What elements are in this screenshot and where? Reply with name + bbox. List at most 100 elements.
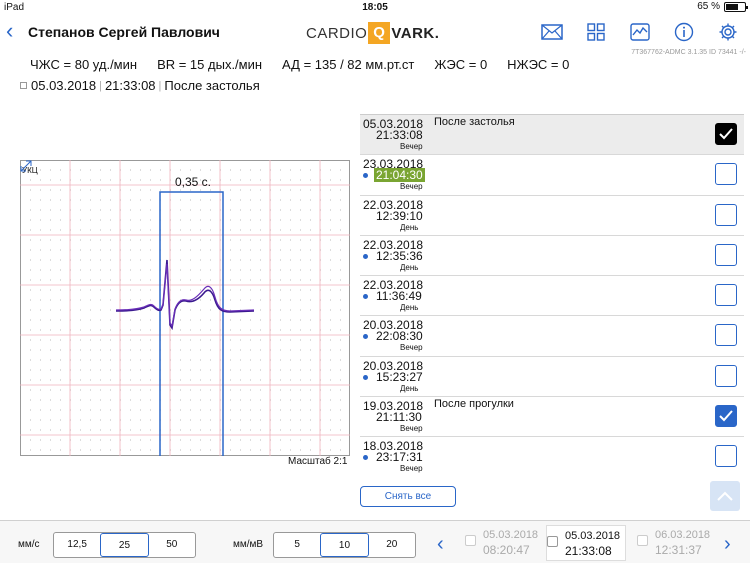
record-row-checkbox[interactable]	[715, 203, 737, 226]
logo-text-right: VARK.	[391, 24, 440, 42]
scale-label: Масштаб 2:1	[288, 456, 348, 467]
record-list: 05.03.2018 21:33:08 Вечер После застолья 23.…	[360, 114, 744, 474]
amplitude-option[interactable]: 10	[320, 533, 369, 557]
mail-icon	[541, 24, 563, 40]
amplitude-option[interactable]: 20	[369, 533, 415, 557]
clock: 18:05	[362, 2, 388, 13]
record-row[interactable]: 19.03.2018 21:11:30 Вечер После прогулки	[360, 397, 744, 438]
nav-record-time: 21:33:08	[565, 544, 612, 558]
battery-icon	[724, 1, 748, 12]
record-row[interactable]: 22.03.2018 12:35:36 День	[360, 236, 744, 277]
record-row-time: 23:17:31	[376, 450, 423, 465]
record-row-period: Вечер	[400, 182, 423, 192]
info-button[interactable]	[662, 18, 706, 46]
unsent-dot-icon	[363, 455, 368, 461]
nav-record-prev[interactable]: 05.03.2018 08:20:47	[465, 525, 540, 561]
unsent-dot-icon	[363, 374, 368, 380]
record-row-checkbox[interactable]	[715, 445, 737, 468]
battery-indicator: 65 %	[697, 1, 748, 12]
back-button[interactable]: ‹	[6, 19, 13, 43]
record-row-time: 15:23:27	[376, 369, 423, 384]
speed-option[interactable]: 12,5	[54, 533, 100, 557]
record-row-checkbox[interactable]	[715, 284, 737, 307]
record-row-time: 12:39:10	[376, 208, 423, 223]
record-row[interactable]: 22.03.2018 11:36:49 День	[360, 276, 744, 317]
record-comment: После застолья	[164, 78, 260, 93]
record-row-period: День	[400, 383, 419, 393]
gear-icon	[719, 23, 737, 41]
cardioqvark-logo: CARDIO Q VARK.	[306, 20, 439, 46]
nav-record-time: 08:20:47	[483, 543, 530, 557]
record-row[interactable]: 18.03.2018 23:17:31 Вечер	[360, 437, 744, 474]
amplitude-option[interactable]: 5	[274, 533, 320, 557]
nav-record-checkbox[interactable]	[637, 535, 648, 546]
record-checkbox-small[interactable]	[20, 82, 27, 89]
vitals-summary: ЧЖС = 80 уд./мин BR = 15 дых./мин АД = 1…	[30, 57, 569, 72]
amplitude-label: мм/мВ	[233, 539, 264, 550]
chevron-up-icon	[717, 491, 733, 501]
speed-option[interactable]: 50	[149, 533, 195, 557]
record-row[interactable]: 05.03.2018 21:33:08 Вечер После застолья	[360, 115, 744, 156]
record-row-checkbox[interactable]	[715, 243, 737, 266]
info-icon	[674, 22, 694, 42]
nav-record-next[interactable]: 06.03.2018 12:31:37	[637, 525, 712, 561]
version-label: 7T367762-ADMC 3.1.35 ID 73441 -/-	[631, 49, 746, 56]
nav-record-checkbox[interactable]	[465, 535, 476, 546]
speed-option[interactable]: 25	[100, 533, 149, 557]
record-row[interactable]: 20.03.2018 15:23:27 День	[360, 357, 744, 398]
scroll-top-button[interactable]	[710, 481, 740, 511]
record-row-time: 11:36:49	[376, 289, 422, 304]
record-row-period: Вечер	[400, 343, 423, 353]
record-row-period: Вечер	[400, 464, 423, 474]
mail-button[interactable]	[530, 18, 574, 46]
supraventricular-ectopy: НЖЭС = 0	[507, 57, 570, 72]
record-row[interactable]: 23.03.2018 21:04:30 Вечер	[360, 155, 744, 196]
record-row-time: 21:11:30	[376, 410, 422, 425]
record-info: 05.03.2018 | 21:33:08 | После застолья	[20, 78, 260, 93]
logo-q-mark: Q	[368, 22, 391, 44]
ecg-panel: УКЦ 0,35 с.	[20, 160, 350, 456]
record-row-comment: После застолья	[434, 116, 515, 128]
nav-record-checkbox[interactable]	[547, 536, 558, 547]
ventricular-ectopy: ЖЭС = 0	[434, 57, 488, 72]
nav-record-date: 06.03.2018	[655, 529, 711, 541]
record-row-checkbox[interactable]	[715, 123, 737, 145]
record-row-checkbox[interactable]	[715, 163, 737, 186]
record-row[interactable]: 22.03.2018 12:39:10 День	[360, 196, 744, 236]
patient-name: Степанов Сергей Павлович	[28, 24, 220, 40]
record-row-checkbox[interactable]	[715, 405, 737, 428]
record-row-time: 12:35:36	[376, 248, 423, 263]
record-row-checkbox[interactable]	[715, 364, 737, 387]
record-row-checkbox[interactable]	[715, 324, 737, 347]
record-row-time: 22:08:30	[376, 329, 423, 344]
record-row[interactable]: 20.03.2018 22:08:30 Вечер	[360, 316, 744, 357]
settings-button[interactable]	[706, 18, 750, 46]
grid-view-button[interactable]	[574, 18, 618, 46]
next-record-button[interactable]: ›	[724, 534, 731, 554]
record-row-period: День	[400, 303, 419, 313]
chart-icon	[630, 23, 650, 41]
unsent-dot-icon	[363, 173, 368, 179]
record-row-period: Вечер	[400, 424, 423, 434]
ecg-interval-label: 0,35 с.	[174, 175, 212, 189]
logo-text-left: CARDIO	[306, 24, 368, 42]
checkmark-icon	[719, 128, 733, 140]
record-date: 05.03.2018	[31, 78, 97, 93]
nav-record-date: 05.03.2018	[483, 529, 539, 541]
nav-bar: ‹ Степанов Сергей Павлович CARDIO Q VARK…	[0, 16, 750, 48]
unsent-dot-icon	[363, 253, 368, 259]
chart-button[interactable]	[618, 18, 662, 46]
clear-all-button[interactable]: Снять все	[360, 486, 456, 507]
record-row-comment: После прогулки	[434, 398, 514, 411]
bottom-toolbar: мм/с 12,5 25 50 мм/мВ 5 10 20 ‹ 05.03.2018 08…	[0, 520, 750, 563]
record-row-time: 21:33:08	[376, 128, 423, 142]
nav-record-date: 05.03.2018	[565, 530, 621, 542]
app-root: iPad 18:05 65 % ‹ Степанов Сергей Павлов…	[0, 0, 750, 563]
battery-percent: 65 %	[697, 1, 720, 12]
expand-icon[interactable]	[20, 160, 32, 172]
prev-record-button[interactable]: ‹	[437, 534, 444, 554]
record-time: 21:33:08	[104, 78, 156, 93]
speed-selector: 12,5 25 50	[53, 532, 196, 558]
nav-record-current[interactable]: 05.03.2018 21:33:08	[546, 525, 626, 561]
record-row-period: День	[400, 222, 419, 232]
